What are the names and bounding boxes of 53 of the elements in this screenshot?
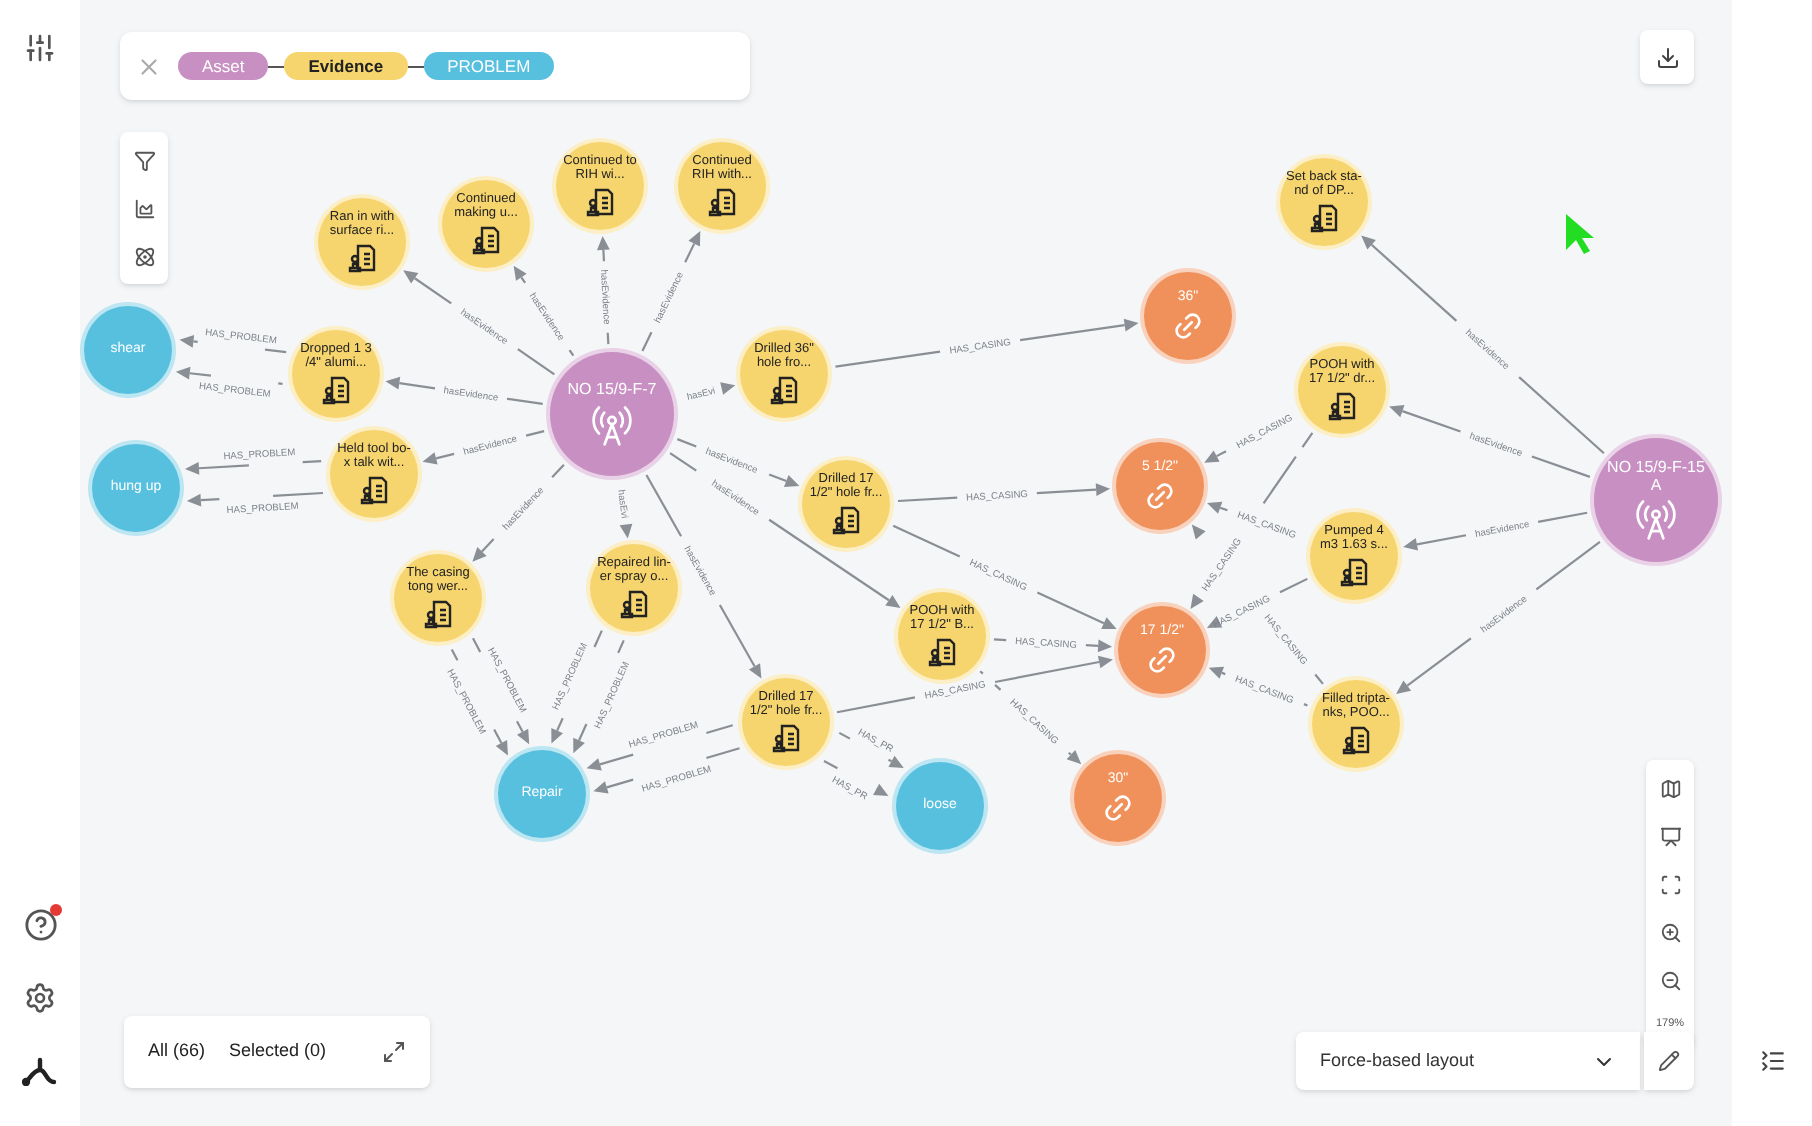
node-label: NO 15/9-F-15 A xyxy=(1605,457,1707,495)
edge-arrow xyxy=(641,231,701,352)
pattern-pill[interactable]: Evidence xyxy=(284,52,408,80)
stamped-document-icon xyxy=(422,598,454,631)
stamped-document-icon xyxy=(320,374,352,407)
stamped-document-icon xyxy=(618,588,650,621)
stamped-document-icon xyxy=(1338,556,1370,589)
stamped-document-icon xyxy=(346,242,378,275)
all-tab[interactable]: All (66) xyxy=(148,1038,206,1066)
pointer-cursor-icon xyxy=(1564,212,1596,256)
stamped-document-icon xyxy=(1326,390,1358,423)
filter-icon xyxy=(133,149,155,171)
download-button[interactable] xyxy=(1640,30,1694,84)
edge-arrow xyxy=(596,235,610,345)
zoom-in-icon xyxy=(1659,921,1681,943)
pencil-icon xyxy=(1658,1050,1680,1072)
edge-arrow xyxy=(175,366,283,386)
selected-tab[interactable]: Selected (0) xyxy=(229,1038,327,1066)
sliders-icon[interactable] xyxy=(24,32,56,64)
layout-dropdown[interactable]: Force-based layout xyxy=(1296,1032,1640,1090)
edge-arrow xyxy=(838,731,904,768)
stamped-document-icon xyxy=(830,504,862,537)
download-icon xyxy=(1655,45,1679,69)
edge-arrow xyxy=(184,460,322,475)
chart-icon xyxy=(133,197,155,219)
stamped-document-icon xyxy=(470,224,502,257)
collapse-list-icon[interactable] xyxy=(1759,1048,1785,1074)
map-icon xyxy=(1659,777,1681,799)
edge-arrow xyxy=(619,523,633,539)
stamped-document-icon xyxy=(584,186,616,219)
search-bar[interactable]: Asset Evidence PROBLEM xyxy=(120,32,750,100)
expand-icon[interactable] xyxy=(382,1040,406,1064)
tower-icon xyxy=(590,403,634,448)
stamped-document-icon xyxy=(926,636,958,669)
settings-icon[interactable] xyxy=(24,982,56,1014)
zoom-out-icon xyxy=(1659,969,1681,991)
help-icon xyxy=(23,908,57,942)
help-button[interactable] xyxy=(23,908,57,942)
logo-icon[interactable] xyxy=(22,1054,58,1086)
edge-arrow xyxy=(720,382,736,395)
stamped-document-icon xyxy=(358,474,390,507)
edge-arrow xyxy=(823,760,889,797)
atom-icon xyxy=(133,245,155,267)
stamped-document-icon xyxy=(770,722,802,755)
fit-view-icon xyxy=(1659,873,1681,895)
stamped-document-icon xyxy=(706,186,738,219)
tower-icon xyxy=(1634,498,1678,543)
stamped-document-icon xyxy=(768,374,800,407)
stamped-document-icon xyxy=(1340,724,1372,757)
stamped-document-icon xyxy=(1308,202,1340,235)
presentation-icon xyxy=(1659,825,1681,847)
edit-button[interactable] xyxy=(1644,1032,1694,1090)
node-label: NO 15/9-F-7 xyxy=(565,380,659,400)
